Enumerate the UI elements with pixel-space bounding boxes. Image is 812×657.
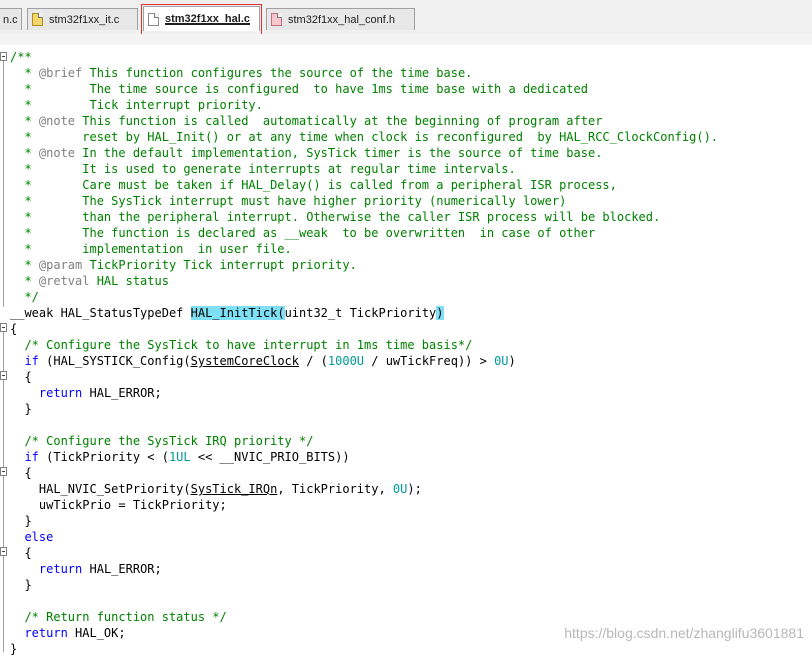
code-line: if (TickPriority < (1UL << __NVIC_PRIO_B… — [24, 450, 350, 464]
watermark-text: https://blog.csdn.net/zhanglifu3601881 — [564, 625, 804, 641]
code-line: /** — [10, 50, 32, 64]
fold-collapse-icon[interactable] — [0, 371, 7, 380]
fold-collapse-icon[interactable] — [0, 467, 7, 476]
code-line: * @param TickPriority Tick interrupt pri… — [10, 258, 357, 272]
code-line: * The function is declared as __weak to … — [10, 226, 596, 240]
code-line: if (HAL_SYSTICK_Config(SystemCoreClock /… — [24, 354, 516, 368]
c-file-icon — [148, 12, 159, 26]
tab-label: stm32f1xx_it.c — [49, 13, 120, 26]
fold-collapse-icon[interactable] — [0, 52, 7, 61]
code-line: * @retval HAL status — [10, 274, 169, 288]
code-line: * The SysTick interrupt must have higher… — [10, 194, 567, 208]
editor-tab-bar: n.c stm32f1xx_it.c stm32f1xx_hal.c stm32… — [0, 0, 812, 35]
tab-stm32f1xx-hal[interactable]: stm32f1xx_hal.c — [143, 6, 260, 31]
code-editor[interactable]: /** * @brief This function configures th… — [10, 49, 718, 657]
code-line: * @brief This function configures the so… — [10, 66, 473, 80]
code-line: * The time source is configured to have … — [10, 82, 588, 96]
highlighted-function-name: HAL_InitTick — [190, 306, 278, 320]
fold-line — [3, 332, 4, 652]
tab-label: stm32f1xx_hal.c — [165, 13, 250, 25]
tab-label: n.c — [3, 13, 18, 26]
tab-stm32f1xx-hal-conf[interactable]: stm32f1xx_hal_conf.h — [266, 8, 415, 30]
code-line: { — [10, 370, 32, 384]
code-line: /* Configure the SysTick IRQ priority */ — [10, 434, 314, 448]
code-line: * reset by HAL_Init() or at any time whe… — [10, 130, 719, 144]
code-line: { — [10, 466, 32, 480]
code-line: * It is used to generate interrupts at r… — [10, 162, 516, 176]
code-line: * Tick interrupt priority. — [10, 98, 263, 112]
code-line: * @note In the default implementation, S… — [10, 146, 603, 160]
code-line: uwTickPrio = TickPriority; — [10, 498, 227, 512]
code-line: * implementation in user file. — [10, 242, 292, 256]
tab-stm32f1xx-it[interactable]: stm32f1xx_it.c — [27, 8, 138, 30]
code-line: /* Return function status */ — [10, 610, 227, 624]
code-line: HAL_NVIC_SetPriority(SysTick_IRQn, TickP… — [10, 482, 422, 496]
fold-collapse-icon[interactable] — [0, 323, 7, 332]
code-line: * Care must be taken if HAL_Delay() is c… — [10, 178, 617, 192]
code-line: return HAL_ERROR; — [38, 386, 162, 400]
fold-gutter — [0, 45, 8, 652]
code-line: } — [10, 642, 18, 656]
code-line: * than the peripheral interrupt. Otherwi… — [10, 210, 661, 224]
code-line: return HAL_ERROR; — [38, 562, 162, 576]
header-file-icon — [271, 13, 282, 26]
tab-label: stm32f1xx_hal_conf.h — [288, 13, 396, 26]
code-line: } — [10, 402, 32, 416]
code-line: { — [10, 322, 18, 336]
code-line: * @note This function is called automati… — [10, 114, 603, 128]
code-line: { — [10, 546, 32, 560]
code-line: */ — [10, 290, 39, 304]
fold-collapse-icon[interactable] — [0, 547, 7, 556]
tab-partial-file[interactable]: n.c — [0, 8, 22, 30]
code-line: } — [10, 514, 32, 528]
function-signature-line: __weak HAL_StatusTypeDef HAL_InitTick(ui… — [10, 306, 444, 320]
code-line: /* Configure the SysTick to have interru… — [10, 338, 473, 352]
c-file-icon — [32, 13, 43, 26]
code-line: else — [24, 530, 54, 544]
fold-line — [3, 61, 4, 307]
code-line: } — [10, 578, 32, 592]
editor-top-strip — [0, 34, 812, 45]
